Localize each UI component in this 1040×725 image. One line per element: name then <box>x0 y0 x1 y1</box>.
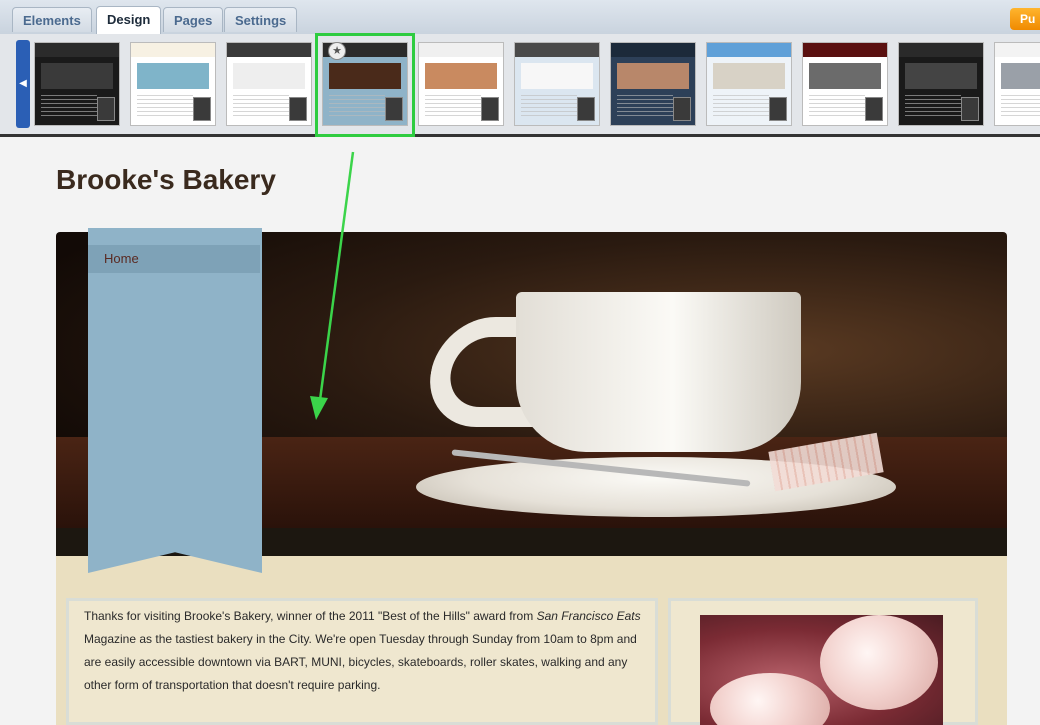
chevron-left-icon[interactable]: ◀ <box>16 40 30 128</box>
thumbnail-badge <box>481 97 499 121</box>
theme-thumbnail[interactable] <box>130 42 216 126</box>
theme-thumbnail[interactable] <box>994 42 1040 126</box>
tab-settings-label: Settings <box>235 13 287 28</box>
star-icon: ★ <box>328 42 346 60</box>
thumbnail-header <box>707 43 791 57</box>
body-text-part-1: Thanks for visiting Brooke's Bakery, win… <box>84 609 537 623</box>
thumbnail-header <box>35 43 119 57</box>
thumbnail-image <box>1001 63 1040 89</box>
thumbnail-text-lines <box>41 95 97 119</box>
tab-elements[interactable]: Elements <box>12 7 92 32</box>
nav-item-home-label: Home <box>104 251 139 266</box>
site-title[interactable]: Brooke's Bakery <box>56 164 276 196</box>
theme-thumbnail[interactable] <box>514 42 600 126</box>
tab-pages-label: Pages <box>174 13 213 28</box>
thumbnail-image <box>713 63 785 89</box>
publish-button[interactable]: Pu <box>1010 8 1040 30</box>
theme-strip: ◀ <box>0 34 1040 137</box>
tab-settings[interactable]: Settings <box>224 7 298 32</box>
tab-elements-label: Elements <box>23 13 81 28</box>
coffee-cup <box>516 292 801 452</box>
thumbnail-text-lines <box>425 95 481 119</box>
thumbnail-text-lines <box>713 95 769 119</box>
thumbnail-text-lines <box>905 95 961 119</box>
thumbnail-image <box>137 63 209 89</box>
thumbnail-text-lines <box>521 95 577 119</box>
theme-thumbnail[interactable] <box>706 42 792 126</box>
cupcake-frosting <box>710 673 830 725</box>
thumbnail-badge <box>289 97 307 121</box>
thumbnail-image <box>233 63 305 89</box>
publish-button-label: Pu <box>1020 12 1036 26</box>
theme-thumbnail[interactable] <box>34 42 120 126</box>
thumbnail-header <box>803 43 887 57</box>
thumbnail-badge <box>865 97 883 121</box>
thumbnail-header <box>131 43 215 57</box>
thumbnail-badge <box>97 97 115 121</box>
tab-pages[interactable]: Pages <box>163 7 224 32</box>
theme-thumbnail[interactable] <box>802 42 888 126</box>
thumbnail-header <box>899 43 983 57</box>
thumbnail-image <box>809 63 881 89</box>
thumbnail-text-lines <box>809 95 865 119</box>
thumbnail-header <box>419 43 503 57</box>
cupcake-frosting <box>820 615 938 710</box>
body-text-part-2: Magazine as the tastiest bakery in the C… <box>84 632 637 692</box>
theme-thumbnail[interactable] <box>418 42 504 126</box>
tab-design[interactable]: Design <box>96 6 162 34</box>
thumbnail-header <box>515 43 599 57</box>
thumbnail-header <box>611 43 695 57</box>
thumbnail-header <box>995 43 1040 57</box>
thumbnail-text-lines <box>617 95 673 119</box>
thumbnail-badge <box>673 97 691 121</box>
editor-tab-bar: Elements Design Pages Settings Pu <box>0 0 1040 35</box>
body-text: Thanks for visiting Brooke's Bakery, win… <box>84 605 654 697</box>
theme-thumbnail[interactable] <box>226 42 312 126</box>
thumbnail-header <box>227 43 311 57</box>
theme-thumbnail[interactable] <box>610 42 696 126</box>
thumbnail-badge <box>577 97 595 121</box>
nav-ribbon <box>88 228 262 573</box>
theme-thumbnail[interactable] <box>898 42 984 126</box>
thumbnail-text-lines <box>233 95 289 119</box>
cupcake-image <box>700 615 943 725</box>
thumbnail-image <box>41 63 113 89</box>
tab-design-label: Design <box>107 12 151 27</box>
thumbnail-badge <box>193 97 211 121</box>
thumbnail-text-lines <box>137 95 193 119</box>
thumbnail-text-lines <box>1001 95 1040 119</box>
thumbnail-badge <box>769 97 787 121</box>
thumbnail-image <box>905 63 977 89</box>
thumbnail-image <box>425 63 497 89</box>
magazine-name: San Francisco Eats <box>536 609 641 623</box>
thumbnail-image <box>617 63 689 89</box>
thumbnail-image <box>521 63 593 89</box>
thumbnail-badge <box>961 97 979 121</box>
